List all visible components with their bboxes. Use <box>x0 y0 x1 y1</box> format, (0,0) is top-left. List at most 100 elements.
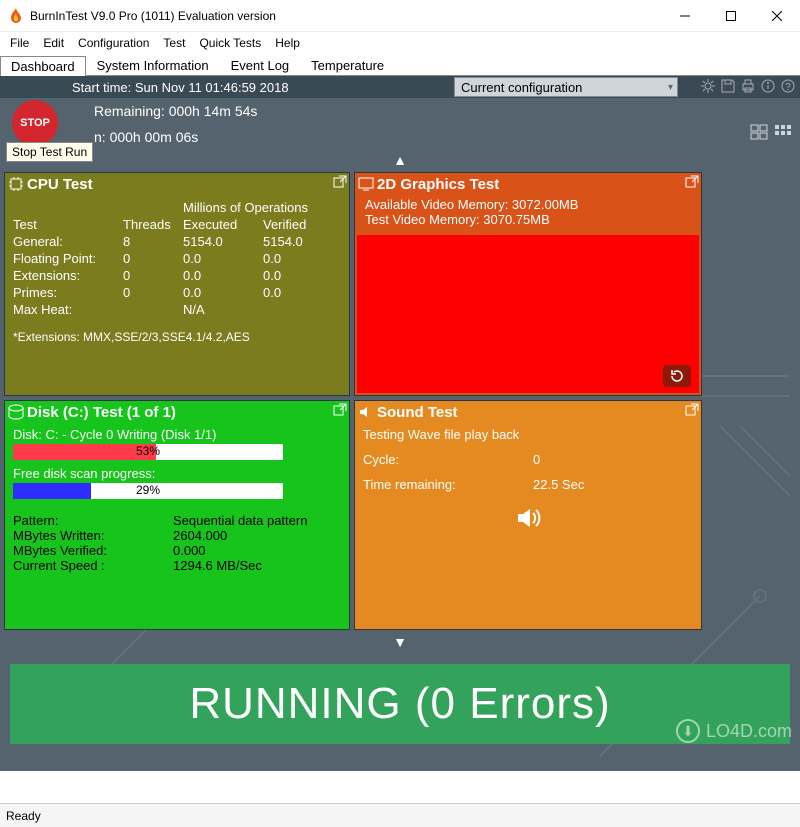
dashboard: Start time: Sun Nov 11 01:46:59 2018 Cur… <box>0 76 800 771</box>
table-row: Floating Point:00.00.0 <box>13 250 341 267</box>
menu-file[interactable]: File <box>4 34 35 52</box>
menu-edit[interactable]: Edit <box>37 34 70 52</box>
gfx-avail-memory: Available Video Memory: 3072.00MB <box>365 197 691 212</box>
disk-status: Disk: C: - Cycle 0 Writing (Disk 1/1) <box>13 427 341 442</box>
cpu-title: CPU Test <box>5 173 349 195</box>
scroll-down-icon[interactable]: ▼ <box>393 634 407 650</box>
stop-button[interactable]: STOP <box>12 100 58 146</box>
elapsed-label: n: 000h 00m 06s <box>94 129 198 145</box>
cpu-col-exec: Executed <box>183 216 263 233</box>
close-button[interactable] <box>754 0 800 31</box>
stop-tooltip: Stop Test Run <box>6 142 93 162</box>
minimize-button[interactable] <box>662 0 708 31</box>
disk-title: Disk (C:) Test (1 of 1) <box>5 401 349 423</box>
disk-test-panel: Disk (C:) Test (1 of 1) Disk: C: - Cycle… <box>4 400 350 630</box>
table-row: Primes:00.00.0 <box>13 284 341 301</box>
info-icon[interactable] <box>760 78 776 94</box>
disk-scan-progress: 29% <box>13 483 283 499</box>
sound-cycle-value: 0 <box>533 452 540 467</box>
disk-speed-value: 1294.6 MB/Sec <box>173 558 262 573</box>
disk-speed-label: Current Speed : <box>13 558 173 573</box>
remaining-label: Remaining: 000h 14m 54s <box>94 103 257 119</box>
disk-icon <box>7 403 25 421</box>
cpu-col-test: Test <box>13 216 123 233</box>
sound-cycle-label: Cycle: <box>363 452 533 467</box>
svg-text:?: ? <box>785 82 791 93</box>
disk-pattern-value: Sequential data pattern <box>173 513 307 528</box>
monitor-icon <box>357 175 375 193</box>
menu-test[interactable]: Test <box>157 34 191 52</box>
disk-written-label: MBytes Written: <box>13 528 173 543</box>
disk-freescan-label: Free disk scan progress: <box>13 466 341 481</box>
sound-status: Testing Wave file play back <box>363 427 693 442</box>
download-icon: ⬇ <box>676 719 700 743</box>
speaker-large-icon <box>363 502 693 537</box>
menu-help[interactable]: Help <box>269 34 306 52</box>
tab-temperature[interactable]: Temperature <box>300 55 395 75</box>
disk-write-pct: 53% <box>13 444 283 458</box>
window-title: BurnInTest V9.0 Pro (1011) Evaluation ve… <box>30 9 662 23</box>
table-row: Extensions:00.00.0 <box>13 267 341 284</box>
gfx-canvas <box>357 235 699 393</box>
print-icon[interactable] <box>740 78 756 94</box>
watermark: ⬇ LO4D.com <box>676 719 792 743</box>
status-bar: Ready <box>0 803 800 827</box>
cpu-extensions-note: *Extensions: MMX,SSE/2/3,SSE4.1/4.2,AES <box>13 330 341 344</box>
disk-scan-pct: 29% <box>13 483 283 497</box>
menu-configuration[interactable]: Configuration <box>72 34 155 52</box>
disk-write-progress: 53% <box>13 444 283 460</box>
start-time-label: Start time: Sun Nov 11 01:46:59 2018 <box>72 80 289 95</box>
status-text: RUNNING (0 Errors) <box>189 679 610 729</box>
save-icon[interactable] <box>720 78 736 94</box>
app-icon <box>8 8 24 24</box>
tab-bar: Dashboard System Information Event Log T… <box>0 54 800 76</box>
cpu-col-threads: Threads <box>123 216 183 233</box>
sound-test-panel: Sound Test Testing Wave file play back C… <box>354 400 702 630</box>
cpu-icon <box>7 175 25 193</box>
maximize-button[interactable] <box>708 0 754 31</box>
table-row: General:85154.05154.0 <box>13 233 341 250</box>
popout-icon[interactable] <box>685 403 699 417</box>
table-row: Max Heat:N/A <box>13 301 341 318</box>
sound-title: Sound Test <box>355 401 701 423</box>
disk-verified-label: MBytes Verified: <box>13 543 173 558</box>
cpu-test-panel: CPU Test Millions of Operations Test Thr… <box>4 172 350 396</box>
cpu-ops-header: Millions of Operations <box>183 199 341 216</box>
graphics-test-panel: 2D Graphics Test Available Video Memory:… <box>354 172 702 396</box>
popout-icon[interactable] <box>685 175 699 189</box>
disk-written-value: 2604.000 <box>173 528 227 543</box>
cpu-col-ver: Verified <box>263 216 341 233</box>
dashboard-topbar: Start time: Sun Nov 11 01:46:59 2018 Cur… <box>0 76 800 98</box>
title-bar: BurnInTest V9.0 Pro (1011) Evaluation ve… <box>0 0 800 32</box>
gfx-test-memory: Test Video Memory: 3070.75MB <box>365 212 691 227</box>
sound-time-label: Time remaining: <box>363 477 533 492</box>
configuration-dropdown[interactable]: Current configuration ▾ <box>454 77 678 97</box>
disk-verified-value: 0.000 <box>173 543 206 558</box>
view-grid-icon[interactable] <box>774 124 792 140</box>
tab-dashboard[interactable]: Dashboard <box>0 56 86 76</box>
help-icon[interactable]: ? <box>780 78 796 94</box>
watermark-text: LO4D.com <box>706 721 792 742</box>
stop-label: STOP <box>20 117 50 129</box>
view-tiles-icon[interactable] <box>750 124 768 140</box>
sound-time-value: 22.5 Sec <box>533 477 584 492</box>
menu-bar: File Edit Configuration Test Quick Tests… <box>0 32 800 54</box>
status-bar-text: Ready <box>6 809 41 823</box>
popout-icon[interactable] <box>333 403 347 417</box>
tab-event-log[interactable]: Event Log <box>220 55 301 75</box>
status-banner: RUNNING (0 Errors) <box>10 664 790 744</box>
disk-pattern-label: Pattern: <box>13 513 173 528</box>
gfx-title: 2D Graphics Test <box>355 173 701 195</box>
popout-icon[interactable] <box>333 175 347 189</box>
dropdown-label: Current configuration <box>461 80 582 95</box>
elapsed-row: n: 000h 00m 06s <box>0 124 800 150</box>
panels-grid: CPU Test Millions of Operations Test Thr… <box>0 172 800 630</box>
menu-quicktests[interactable]: Quick Tests <box>193 34 267 52</box>
scroll-up-icon[interactable]: ▲ <box>393 152 407 168</box>
refresh-icon <box>663 365 691 387</box>
chevron-down-icon: ▾ <box>668 82 673 93</box>
tab-system-information[interactable]: System Information <box>86 55 220 75</box>
remaining-row: Remaining: 000h 14m 54s <box>0 98 800 124</box>
gear-icon[interactable] <box>700 78 716 94</box>
speaker-icon <box>357 403 375 421</box>
